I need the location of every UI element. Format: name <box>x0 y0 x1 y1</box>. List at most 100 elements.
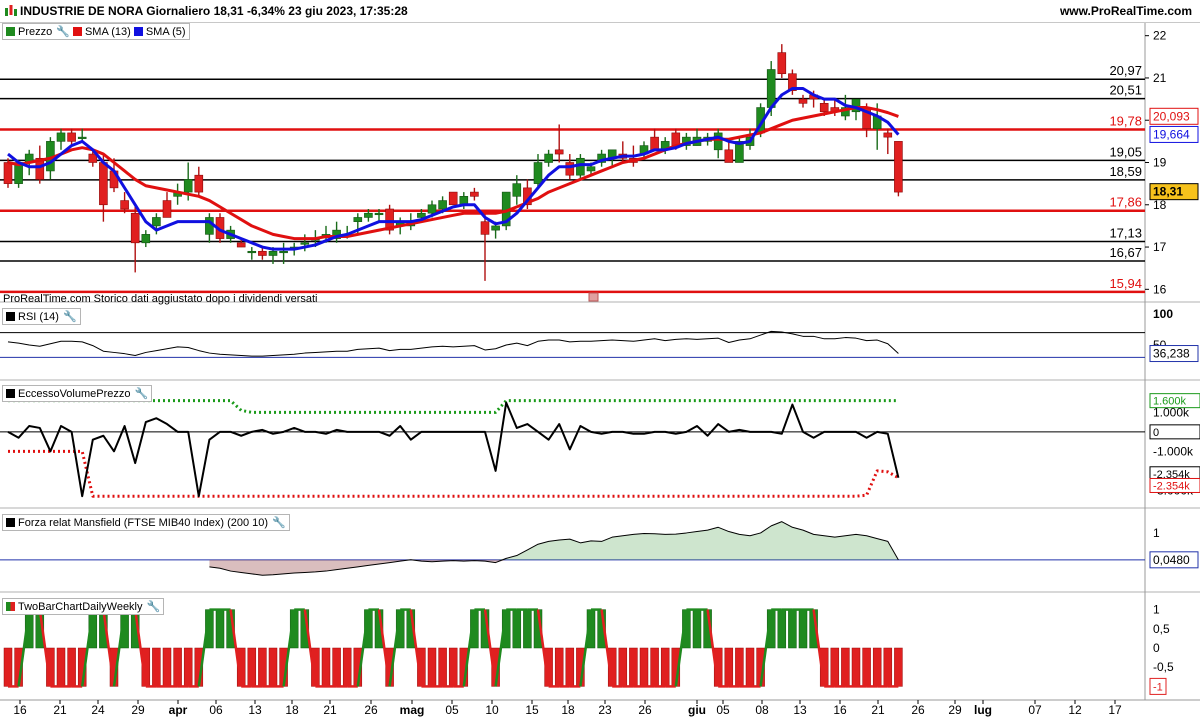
x-tick-label: 07 <box>1028 703 1042 717</box>
sma13-swatch <box>72 27 82 36</box>
candle <box>77 136 87 139</box>
twobar-bar <box>629 647 638 687</box>
level-label: 17,13 <box>1109 226 1142 241</box>
price-swatch <box>6 27 15 36</box>
mansfield-legend-label: Forza relat Mansfield (FTSE MIB40 Index)… <box>18 516 269 529</box>
candle <box>99 162 108 206</box>
candle <box>798 98 808 104</box>
candle <box>766 69 776 108</box>
candle <box>268 250 278 256</box>
candle <box>544 153 553 163</box>
twobar-bar <box>342 647 352 687</box>
x-tick-label: 29 <box>948 703 962 717</box>
candle <box>56 132 66 142</box>
x-tick-label: lug <box>974 703 992 717</box>
candle <box>258 250 267 256</box>
rsi-value-text: 36,238 <box>1153 347 1190 361</box>
evp-value-text: 1.600k <box>1153 396 1187 408</box>
twobar-bar <box>798 609 808 649</box>
chart-canvas[interactable]: 1617181920212220,9720,5119,7819,0518,591… <box>0 0 1200 720</box>
twobar-swatch <box>6 602 15 611</box>
candle <box>533 162 543 184</box>
x-tick-label: 13 <box>248 703 262 717</box>
candle <box>724 149 734 163</box>
twobar-bar <box>173 647 182 687</box>
candle <box>162 200 172 218</box>
rsi-legend-label: RSI (14) <box>18 310 59 323</box>
twobar-legend[interactable]: TwoBarChartDailyWeekly 🔧 <box>2 598 165 615</box>
candle <box>883 132 893 138</box>
candle <box>565 162 575 176</box>
x-tick-label: 26 <box>364 703 378 717</box>
price-y-tick-label: 19 <box>1153 156 1167 170</box>
twobar-y-tick-label: -0,5 <box>1153 660 1174 674</box>
candle <box>141 234 151 244</box>
candle <box>554 149 564 155</box>
mansfield-legend[interactable]: Forza relat Mansfield (FTSE MIB40 Index)… <box>2 514 290 531</box>
twobar-bar <box>3 647 13 687</box>
price-y-tick-label: 21 <box>1153 71 1167 85</box>
twobar-bar <box>448 647 458 687</box>
candle <box>576 157 585 176</box>
level-label: 18,59 <box>1109 164 1142 179</box>
wrench-icon[interactable]: 🔧 <box>147 600 161 613</box>
level-label: 15,94 <box>1109 276 1142 291</box>
wrench-icon[interactable]: 🔧 <box>63 310 77 323</box>
evp-lower-band <box>8 449 900 498</box>
candle <box>3 162 13 184</box>
twobar-bar <box>215 609 225 649</box>
x-tick-label: 15 <box>525 703 539 717</box>
twobar-bar <box>554 647 564 687</box>
twobar-bar <box>735 647 744 687</box>
candle <box>777 52 787 75</box>
candle <box>713 132 723 151</box>
candle <box>353 217 363 222</box>
twobar-bar <box>650 647 659 687</box>
x-tick-label: 10 <box>485 703 499 717</box>
x-tick-label: 18 <box>285 703 299 717</box>
x-tick-label: 26 <box>638 703 652 717</box>
candle <box>120 200 129 210</box>
candle <box>512 183 522 197</box>
level-label: 20,51 <box>1109 83 1142 98</box>
level-label: 17,86 <box>1109 195 1142 210</box>
candle <box>364 212 373 218</box>
evp-legend[interactable]: EccessoVolumePrezzo 🔧 <box>2 385 153 402</box>
x-tick-label: 17 <box>1108 703 1122 717</box>
twobar-bar <box>692 609 702 649</box>
x-tick-label: 23 <box>598 703 612 717</box>
evp-value-text: 0 <box>1153 427 1159 439</box>
twobar-bar <box>745 647 755 687</box>
twobar-y-tick-label: 1 <box>1153 603 1160 617</box>
x-tick-label: 29 <box>131 703 145 717</box>
twobar-bar <box>660 647 670 687</box>
wrench-icon[interactable]: 🔧 <box>272 516 286 529</box>
candle <box>438 200 447 210</box>
twobar-bar <box>639 647 649 687</box>
twobar-bar <box>618 647 628 687</box>
price-legend[interactable]: Prezzo 🔧 SMA (13) SMA (5) <box>2 23 190 40</box>
candle <box>374 212 384 216</box>
wrench-icon[interactable]: 🔧 <box>56 25 70 38</box>
twobar-bar <box>851 647 861 687</box>
level-label: 19,05 <box>1109 144 1142 159</box>
wrench-icon[interactable]: 🔧 <box>135 387 149 400</box>
candle <box>205 217 214 235</box>
candle <box>194 174 204 193</box>
evp-upper-band <box>8 399 899 414</box>
candle <box>152 217 161 227</box>
x-tick-label: 05 <box>716 703 730 717</box>
twobar-bar <box>438 647 447 687</box>
evp-value-text: -2.354k <box>1153 480 1190 492</box>
x-tick-label: 16 <box>13 703 27 717</box>
twobar-bar <box>883 647 893 687</box>
rsi-line <box>7 330 899 357</box>
candle <box>427 204 437 214</box>
last-value-text: 18,31 <box>1153 185 1183 199</box>
twobar-bar <box>56 647 66 687</box>
twobar-bar <box>258 647 267 687</box>
twobar-bar <box>841 647 850 687</box>
price-y-tick-label: 16 <box>1153 282 1167 296</box>
mansfield-y-tick-label: 1 <box>1153 526 1160 540</box>
rsi-legend[interactable]: RSI (14) 🔧 <box>2 308 81 325</box>
